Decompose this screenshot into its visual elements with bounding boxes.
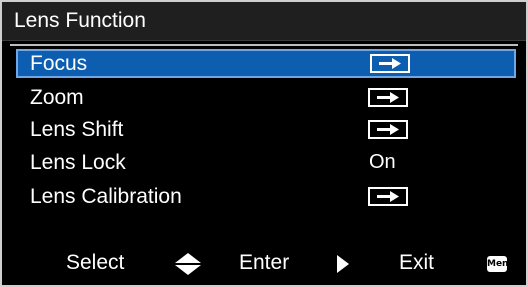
title-bar: Lens Function — [2, 2, 526, 41]
right-arrow-icon — [368, 187, 408, 206]
right-arrow-icon — [368, 120, 408, 139]
menu-item-label: Lens Calibration — [30, 185, 182, 208]
menu-item-label: Lens Lock — [30, 151, 126, 174]
menu-item-lens-lock[interactable]: Lens Lock On — [16, 148, 516, 177]
right-triangle-icon — [336, 254, 350, 281]
menu-item-lens-shift[interactable]: Lens Shift — [16, 115, 516, 144]
help-bar: Select Enter Exit Menu — [2, 246, 526, 280]
menu-item-focus[interactable]: Focus — [16, 49, 516, 78]
right-arrow-icon — [370, 54, 410, 73]
menu-item-label: Focus — [30, 52, 88, 75]
lens-lock-value: On — [369, 151, 396, 173]
up-down-arrows-icon — [174, 252, 202, 283]
lens-function-menu: Lens Function Focus Zoom Lens Shift Lens… — [0, 0, 528, 287]
menu-button-icon: Menu — [487, 256, 515, 272]
enter-hint: Enter — [239, 251, 290, 274]
select-hint: Select — [66, 251, 125, 274]
menu-item-label: Zoom — [30, 86, 84, 109]
menu-title: Lens Function — [14, 9, 146, 32]
title-divider — [10, 44, 518, 46]
menu-item-lens-calibration[interactable]: Lens Calibration — [16, 182, 516, 211]
menu-item-zoom[interactable]: Zoom — [16, 83, 516, 112]
menu-item-label: Lens Shift — [30, 118, 124, 141]
right-arrow-icon — [368, 88, 408, 107]
exit-hint: Exit — [399, 251, 435, 274]
